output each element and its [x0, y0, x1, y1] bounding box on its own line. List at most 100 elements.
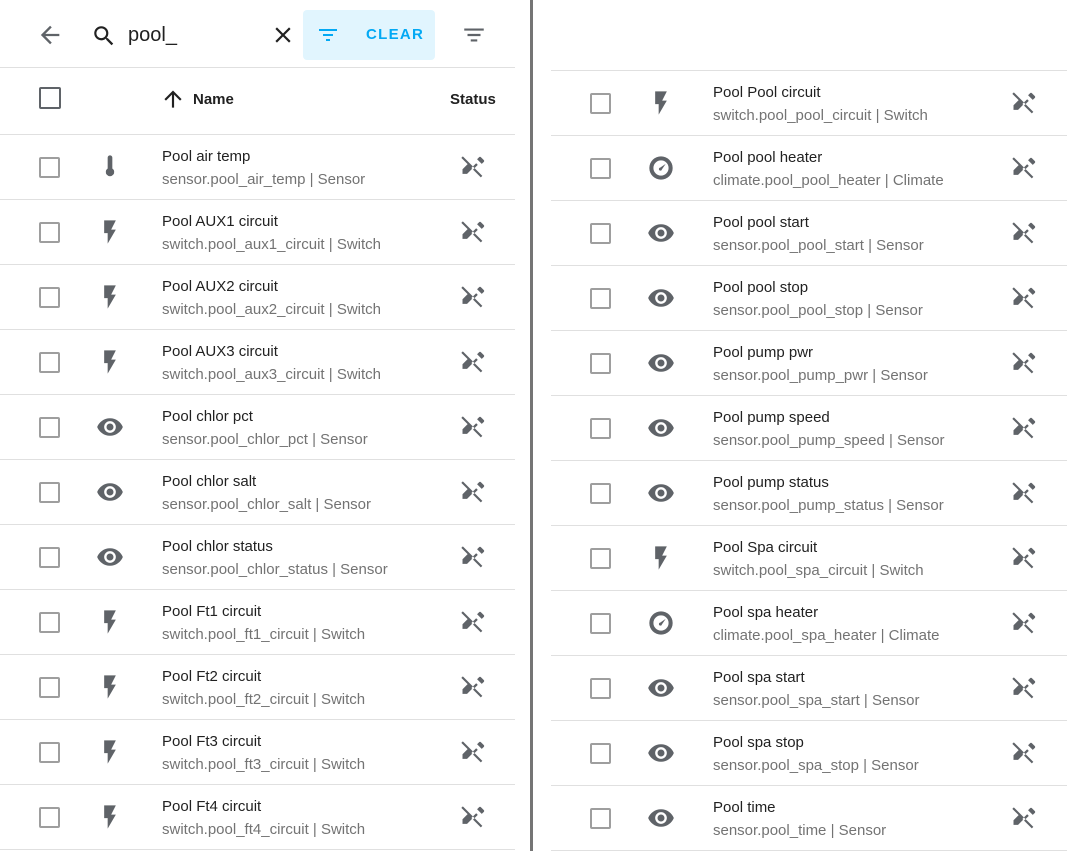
row-checkbox[interactable] [590, 353, 611, 374]
pencil-off-icon [459, 479, 487, 507]
clear-filters-button[interactable]: CLEAR [303, 10, 435, 60]
entity-name: Pool Pool circuit [713, 84, 821, 101]
pencil-off-icon [459, 284, 487, 312]
table-row[interactable]: Pool AUX1 circuit switch.pool_aux1_circui… [0, 200, 515, 265]
entity-id: sensor.pool_air_temp | Sensor [162, 171, 366, 188]
pencil-off-icon [1010, 545, 1038, 573]
row-checkbox[interactable] [39, 807, 60, 828]
flash-icon [647, 544, 675, 572]
entity-name: Pool pool stop [713, 279, 809, 296]
entity-name: Pool Ft1 circuit [162, 603, 262, 620]
entity-name: Pool AUX1 circuit [162, 213, 278, 230]
row-checkbox[interactable] [590, 743, 611, 764]
row-checkbox[interactable] [39, 612, 60, 633]
entity-id: sensor.pool_pump_status | Sensor [713, 497, 944, 514]
filter-icon [319, 29, 337, 41]
entity-id: switch.pool_aux3_circuit | Switch [162, 366, 381, 383]
table-row[interactable]: Pool Ft3 circuit switch.pool_ft3_circuit … [0, 720, 515, 785]
row-checkbox[interactable] [590, 288, 611, 309]
row-checkbox[interactable] [590, 93, 611, 114]
table-row[interactable]: Pool Ft4 circuit switch.pool_ft4_circuit … [0, 785, 515, 850]
pencil-off-icon [1010, 610, 1038, 638]
row-checkbox[interactable] [39, 482, 60, 503]
entity-id: sensor.pool_pump_speed | Sensor [713, 432, 945, 449]
eye-icon [647, 349, 675, 377]
filter-button[interactable] [460, 22, 488, 48]
table-row[interactable]: Pool chlor pct sensor.pool_chlor_pct | Se… [0, 395, 515, 460]
eye-icon [96, 543, 124, 571]
table-row[interactable]: Pool time sensor.pool_time | Sensor [551, 786, 1067, 851]
row-checkbox[interactable] [39, 417, 60, 438]
row-checkbox[interactable] [590, 483, 611, 504]
table-row[interactable]: Pool Ft2 circuit switch.pool_ft2_circuit … [0, 655, 515, 720]
table-row[interactable]: Pool chlor salt sensor.pool_chlor_salt | … [0, 460, 515, 525]
row-checkbox[interactable] [590, 678, 611, 699]
pencil-off-icon [1010, 740, 1038, 768]
table-row[interactable]: Pool spa stop sensor.pool_spa_stop | Sens… [551, 721, 1067, 786]
row-checkbox[interactable] [590, 418, 611, 439]
pencil-off-icon [459, 804, 487, 832]
table-row[interactable]: Pool air temp sensor.pool_air_temp | Sens… [0, 135, 515, 200]
table-row[interactable]: Pool AUX3 circuit switch.pool_aux3_circui… [0, 330, 515, 395]
entity-id: switch.pool_ft2_circuit | Switch [162, 691, 366, 708]
row-checkbox[interactable] [39, 287, 60, 308]
filter-variant-icon [464, 28, 484, 42]
flash-icon [96, 803, 124, 831]
row-checkbox[interactable] [39, 157, 60, 178]
entity-id: climate.pool_spa_heater | Climate [713, 627, 940, 644]
row-checkbox[interactable] [39, 742, 60, 763]
pencil-off-icon [459, 154, 487, 182]
eye-icon [647, 739, 675, 767]
entity-name: Pool Spa circuit [713, 539, 818, 556]
eye-icon [96, 413, 124, 441]
entity-name: Pool spa stop [713, 734, 804, 751]
table-row[interactable]: Pool spa heater climate.pool_spa_heater |… [551, 591, 1067, 656]
pencil-off-icon [1010, 220, 1038, 248]
row-checkbox[interactable] [590, 613, 611, 634]
row-checkbox[interactable] [39, 352, 60, 373]
row-checkbox[interactable] [39, 222, 60, 243]
sort-by-name-button[interactable] [160, 86, 186, 112]
table-row[interactable]: Pool Ft1 circuit switch.pool_ft1_circuit … [0, 590, 515, 655]
eye-icon [647, 479, 675, 507]
column-header-name[interactable]: Name [193, 91, 234, 108]
pencil-off-icon [1010, 675, 1038, 703]
table-row[interactable]: Pool pump speed sensor.pool_pump_speed | … [551, 396, 1067, 461]
row-checkbox[interactable] [590, 548, 611, 569]
table-row[interactable]: Pool pool start sensor.pool_pool_start | … [551, 201, 1067, 266]
entity-name: Pool pump pwr [713, 344, 814, 361]
select-all-checkbox[interactable] [39, 87, 61, 109]
eye-icon [647, 414, 675, 442]
row-checkbox[interactable] [590, 223, 611, 244]
table-row[interactable]: Pool pool stop sensor.pool_pool_stop | Se… [551, 266, 1067, 331]
entity-name: Pool time [713, 799, 776, 816]
row-checkbox[interactable] [590, 158, 611, 179]
entity-name: Pool spa heater [713, 604, 819, 621]
search-input[interactable] [128, 20, 258, 50]
column-header-status[interactable]: Status [450, 91, 496, 108]
row-checkbox[interactable] [590, 808, 611, 829]
table-row[interactable]: Pool Spa circuit switch.pool_spa_circuit … [551, 526, 1067, 591]
flash-icon [96, 738, 124, 766]
pencil-off-icon [1010, 285, 1038, 313]
entity-id: switch.pool_spa_circuit | Switch [713, 562, 924, 579]
table-row[interactable]: Pool pool heater climate.pool_pool_heater… [551, 136, 1067, 201]
entity-name: Pool pool heater [713, 149, 823, 166]
arrow-left-icon [40, 25, 60, 45]
table-row[interactable]: Pool spa start sensor.pool_spa_start | Se… [551, 656, 1067, 721]
row-checkbox[interactable] [39, 677, 60, 698]
entity-name: Pool pool start [713, 214, 809, 231]
back-button[interactable] [36, 21, 64, 47]
table-row[interactable]: Pool pump pwr sensor.pool_pump_pwr | Sens… [551, 331, 1067, 396]
entity-name: Pool pump status [713, 474, 829, 491]
entity-name: Pool chlor pct [162, 408, 253, 425]
table-row[interactable]: Pool chlor status sensor.pool_chlor_statu… [0, 525, 515, 590]
pencil-off-icon [459, 739, 487, 767]
pencil-off-icon [459, 674, 487, 702]
table-row[interactable]: Pool Pool circuit switch.pool_pool_circui… [551, 71, 1067, 136]
row-checkbox[interactable] [39, 547, 60, 568]
table-header: Name Status [0, 69, 515, 135]
clear-search-button[interactable] [270, 22, 296, 48]
table-row[interactable]: Pool pump status sensor.pool_pump_status … [551, 461, 1067, 526]
table-row[interactable]: Pool AUX2 circuit switch.pool_aux2_circui… [0, 265, 515, 330]
